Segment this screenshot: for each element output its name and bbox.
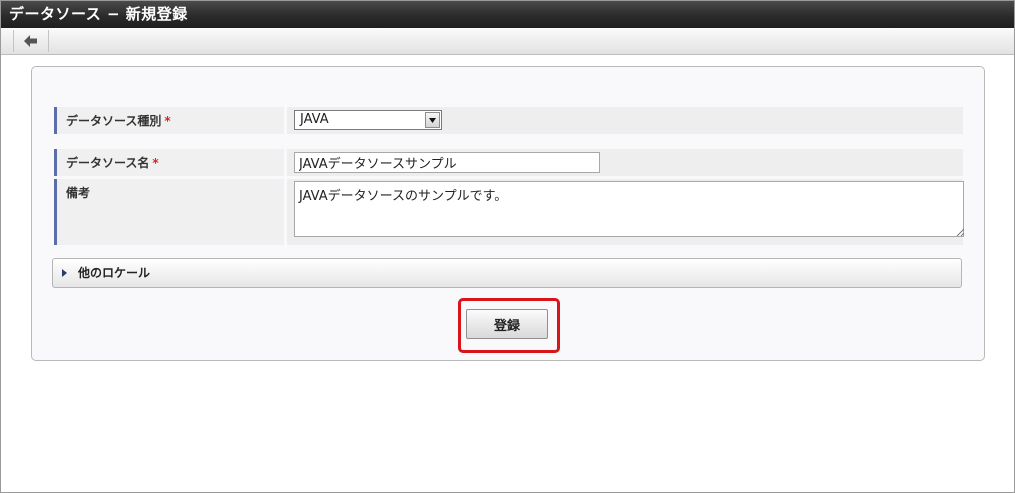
arrow-left-icon — [24, 35, 37, 47]
row-datasource-type: データソース種別 * JAVA — [54, 107, 963, 134]
required-mark: * — [152, 156, 159, 170]
triangle-right-icon — [62, 269, 67, 277]
app-window: データソース − 新規登録 データソース種別 * JAVA データソース名 * … — [0, 0, 1015, 493]
dropdown-arrow-icon[interactable] — [425, 112, 440, 128]
back-button[interactable] — [13, 30, 49, 52]
note-label: 備考 — [54, 179, 284, 245]
register-button[interactable]: 登録 — [466, 309, 548, 339]
note-textarea[interactable]: JAVAデータソースのサンプルです。 — [294, 181, 964, 237]
window-title: データソース − 新規登録 — [1, 1, 1014, 28]
datasource-type-selected-value: JAVA — [300, 112, 329, 127]
row-datasource-name: データソース名 * — [54, 149, 963, 176]
other-locales-toggle[interactable]: 他のロケール — [52, 258, 962, 288]
datasource-type-select[interactable]: JAVA — [294, 110, 442, 130]
row-note: 備考 JAVAデータソースのサンプルです。 — [54, 179, 964, 245]
required-mark: * — [164, 114, 171, 128]
resize-grip-icon[interactable] — [956, 228, 964, 236]
other-locales-label: 他のロケール — [78, 266, 151, 280]
datasource-name-label: データソース名 * — [54, 149, 284, 176]
form-panel: データソース種別* JAVA データソース名* 備考 — [31, 66, 985, 361]
datasource-type-label: データソース種別 * — [54, 107, 284, 134]
toolbar — [1, 28, 1014, 55]
datasource-name-input[interactable] — [294, 152, 600, 173]
